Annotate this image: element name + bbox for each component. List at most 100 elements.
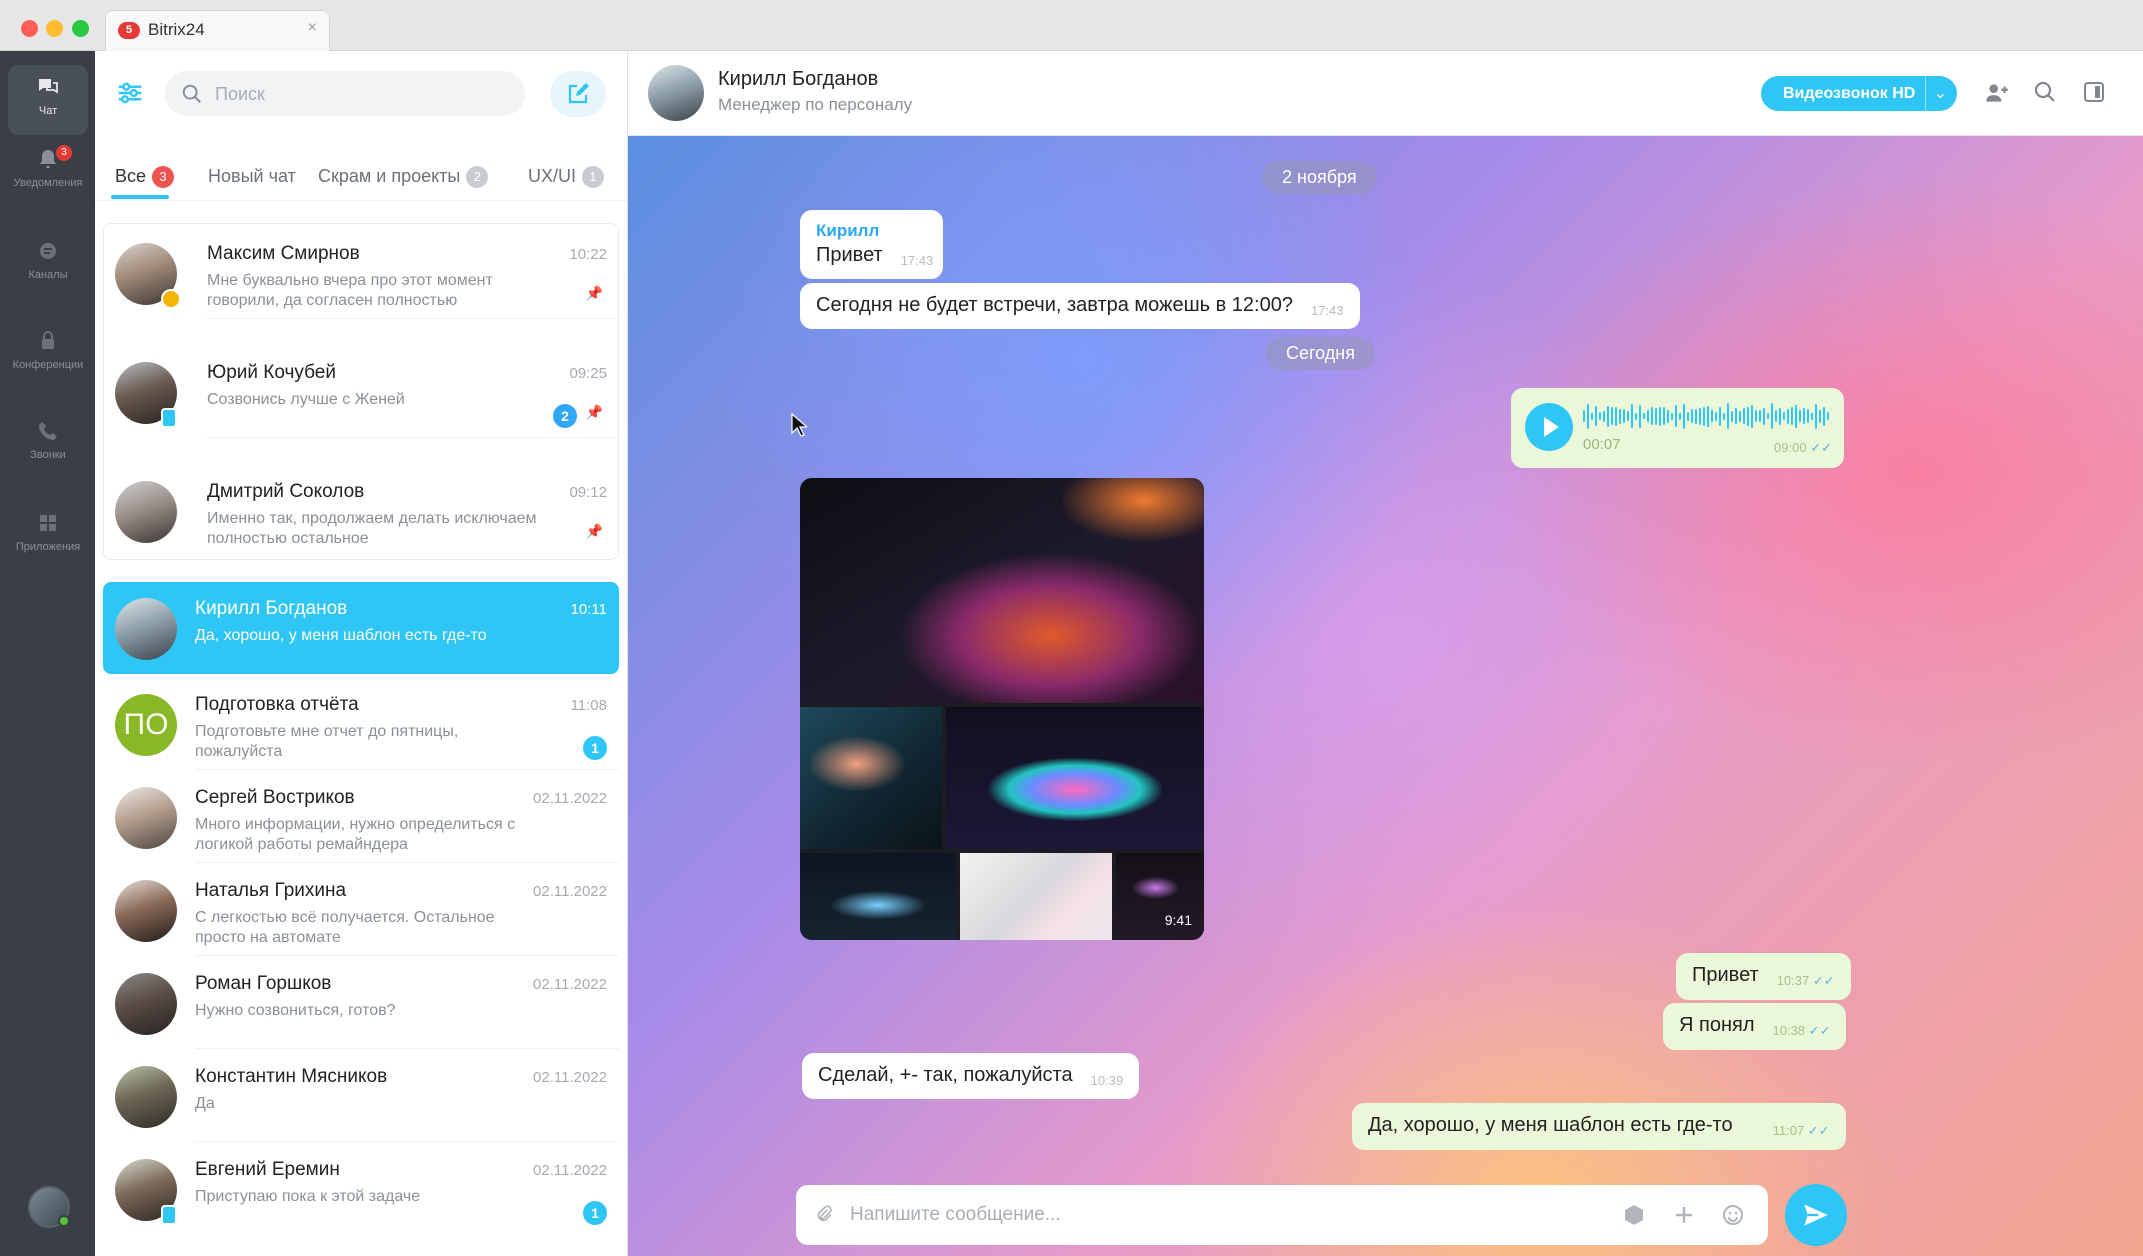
waveform-bar <box>1807 409 1809 423</box>
message-text: Привет <box>816 244 883 266</box>
waveform-bar <box>1787 408 1789 424</box>
plus-icon[interactable] <box>1672 1203 1696 1232</box>
tab-title: Bitrix24 <box>148 20 205 39</box>
message-text: Да, хорошо, у меня шаблон есть где-то <box>1368 1114 1733 1136</box>
nav-item-chat[interactable]: Чат <box>8 65 88 135</box>
nav-item-apps[interactable]: Приложения <box>8 501 88 571</box>
chat-row[interactable]: Максим Смирнов 10:22 Мне буквально вчера… <box>103 227 619 319</box>
photo-laptop-white[interactable] <box>960 853 1112 940</box>
message-text: Привет <box>1692 964 1759 986</box>
voice-message[interactable]: 00:07 09:00 ✓✓ <box>1511 388 1844 468</box>
add-user-icon[interactable] <box>1984 80 2010 106</box>
tab-new-chat[interactable]: Новый чат <box>208 166 296 187</box>
chat-row[interactable]: ПО Подготовка отчёта 11:08 Подготовьте м… <box>103 678 619 770</box>
video-call-button[interactable]: Видеозвонок HD ⌄ <box>1761 76 1957 111</box>
nav-item-calls[interactable]: Звонки <box>8 409 88 479</box>
outgoing-message[interactable]: Привет 10:37 ✓✓ <box>1676 953 1851 1000</box>
outgoing-message[interactable]: Я понял 10:38 ✓✓ <box>1663 1003 1847 1050</box>
side-panel-icon[interactable] <box>2082 80 2108 106</box>
chat-name: Роман Горшков <box>195 973 332 994</box>
tab-scrum-projects[interactable]: Скрам и проекты 2 <box>318 166 489 188</box>
chat-row-active[interactable]: Кирилл Богданов 10:11 Да, хорошо, у меня… <box>103 582 619 674</box>
waveform-bar <box>1819 409 1821 423</box>
mobile-status-icon <box>161 1205 177 1225</box>
message-time: 11:07 ✓✓ <box>1773 1123 1830 1138</box>
zoom-window-button[interactable] <box>72 20 89 37</box>
chat-preview: Много информации, нужно определиться с л… <box>195 816 516 853</box>
tab-ux-label: UX/UI <box>528 166 577 186</box>
chat-row[interactable]: Наталья Грихина 02.11.2022 С легкостью в… <box>103 864 619 956</box>
photo-gallery[interactable]: 9:41 <box>800 478 1204 940</box>
search-box[interactable] <box>165 71 525 116</box>
unread-badge: 2 <box>553 404 577 428</box>
mouse-cursor-icon <box>791 413 807 437</box>
photo-time: 9:41 <box>1164 912 1192 928</box>
incoming-message[interactable]: Сделай, +- так, пожалуйста 10:39 <box>802 1053 1140 1099</box>
chat-row[interactable]: Дмитрий Соколов 09:12 Именно так, продол… <box>103 465 619 557</box>
incoming-message[interactable]: Сегодня не будет встречи, завтра можешь … <box>800 283 1360 329</box>
video-call-dropdown[interactable]: ⌄ <box>1924 76 1947 111</box>
nav-label-channels: Каналы <box>28 269 68 281</box>
active-tab-indicator <box>111 195 169 199</box>
mobile-status-icon <box>161 408 177 428</box>
user-avatar[interactable] <box>28 1186 70 1228</box>
search-chat-icon[interactable] <box>2033 80 2059 106</box>
outgoing-message[interactable]: Да, хорошо, у меня шаблон есть где-то 11:… <box>1352 1103 1846 1150</box>
nav-item-conferences[interactable]: Конференции <box>8 319 88 389</box>
chat-row[interactable]: Евгений Еремин 02.11.2022 Приступаю пока… <box>103 1143 619 1235</box>
avatar <box>115 973 177 1035</box>
tab-close-icon[interactable]: × <box>308 19 317 37</box>
chat-row[interactable]: Константин Мясников 02.11.2022 Да <box>103 1050 619 1142</box>
search-input[interactable] <box>215 81 505 107</box>
avatar <box>115 880 177 942</box>
browser-tab[interactable]: 5 Bitrix24 × <box>105 10 330 51</box>
waveform-bar <box>1767 413 1769 419</box>
attach-icon[interactable] <box>814 1203 834 1230</box>
chat-name: Евгений Еремин <box>195 1159 340 1180</box>
photo-laptop-rgb[interactable] <box>946 707 1204 849</box>
photo-laptop-dark[interactable]: 9:41 <box>1116 853 1204 940</box>
tab-all[interactable]: Все 3 <box>115 166 175 188</box>
contact-name[interactable]: Кирилл Богданов <box>718 68 878 91</box>
chat-row[interactable]: Роман Горшков 02.11.2022 Нужно созвонить… <box>103 957 619 1049</box>
waveform-bar <box>1735 408 1737 424</box>
emoji-icon[interactable] <box>1721 1203 1745 1232</box>
chat-icon <box>33 75 63 101</box>
chat-name: Подготовка отчёта <box>195 694 359 715</box>
chat-row[interactable]: Сергей Востриков 02.11.2022 Много информ… <box>103 771 619 863</box>
photo-laptop-side[interactable] <box>800 853 956 940</box>
photo-laptop-open[interactable] <box>800 707 942 849</box>
filter-icon[interactable] <box>115 78 147 110</box>
audio-waveform[interactable] <box>1583 402 1833 430</box>
row-divider <box>195 1141 619 1142</box>
waveform-bar <box>1727 403 1729 429</box>
waveform-bar <box>1591 412 1593 420</box>
waveform-bar <box>1687 411 1689 421</box>
play-button[interactable] <box>1525 403 1573 451</box>
message-input[interactable] <box>850 1201 1610 1229</box>
chat-name: Дмитрий Соколов <box>207 481 365 502</box>
waveform-bar <box>1647 410 1649 422</box>
new-chat-button[interactable] <box>550 71 606 117</box>
tab-ux-ui[interactable]: UX/UI 1 <box>528 166 605 188</box>
chat-row[interactable]: Юрий Кочубей 09:25 Созвонись лучше с Жен… <box>103 346 619 438</box>
nav-item-channels[interactable]: Каналы <box>8 229 88 299</box>
send-button[interactable] <box>1785 1184 1847 1246</box>
chat-preview: Да, хорошо, у меня шаблон есть где-то <box>195 627 487 644</box>
channels-icon <box>33 239 63 265</box>
minimize-window-button[interactable] <box>46 20 63 37</box>
chat-preview: Подготовьте мне отчет до пятницы, пожалу… <box>195 723 459 760</box>
waveform-bar <box>1691 409 1693 423</box>
close-window-button[interactable] <box>21 20 38 37</box>
photo-laptop-keyboard[interactable] <box>800 478 1204 703</box>
waveform-bar <box>1827 412 1829 420</box>
contact-avatar[interactable] <box>648 65 704 121</box>
nav-item-notifications[interactable]: 3 Уведомления <box>8 137 88 207</box>
chat-time: 02.11.2022 <box>533 790 607 807</box>
chat-list-panel: Все3 Новый чат Скрам и проекты2 UX/UI1 М… <box>95 51 628 1256</box>
copilot-icon[interactable] <box>1622 1203 1646 1232</box>
window-titlebar: 5 Bitrix24 × <box>0 0 2143 51</box>
incoming-message[interactable]: Кирилл Привет 17:43 <box>800 210 944 279</box>
waveform-bar <box>1599 412 1601 420</box>
row-divider <box>195 1048 619 1049</box>
